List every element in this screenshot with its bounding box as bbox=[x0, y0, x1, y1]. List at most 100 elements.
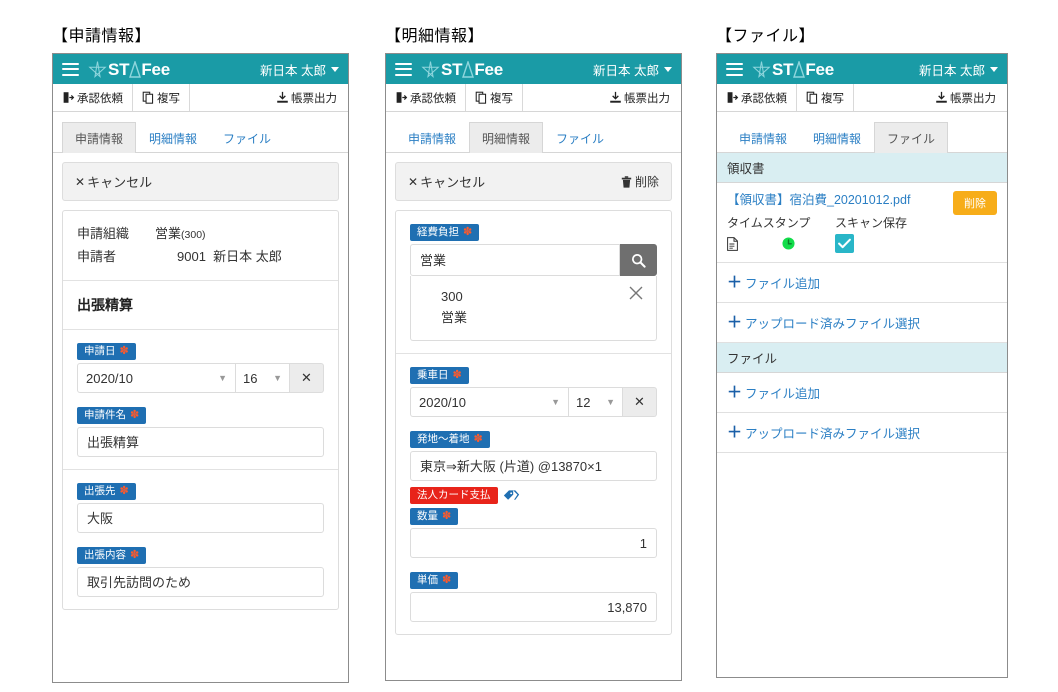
unit-price-input[interactable]: 13,870 bbox=[410, 592, 657, 622]
required-mark: ✽ bbox=[474, 434, 483, 444]
user-menu[interactable]: 新日本 太郎 bbox=[593, 60, 672, 79]
copy-icon bbox=[142, 91, 155, 104]
action-toolbar: 承認依頼 複写 帳票出力 bbox=[386, 84, 681, 112]
tab-bar: 申請情報 明細情報 ファイル bbox=[53, 121, 348, 153]
tab-detail[interactable]: 明細情報 bbox=[136, 122, 210, 153]
approve-request-button[interactable]: 承認依頼 bbox=[386, 84, 466, 111]
trash-icon bbox=[621, 176, 632, 188]
month-value: 2020/10 bbox=[86, 371, 133, 386]
field-expense-owner: 経費負担 ✽ 営業 bbox=[410, 223, 657, 341]
field-ride-date: 乗車日 ✽ 2020/10 ▼ 12 ▼ bbox=[410, 366, 657, 417]
panel-caption-detail: 【明細情報】 bbox=[385, 27, 682, 47]
tab-detail[interactable]: 明細情報 bbox=[800, 122, 874, 153]
detail-card: 経費負担 ✽ 営業 bbox=[395, 210, 672, 635]
destination-input[interactable]: 大阪 bbox=[77, 503, 324, 533]
user-name: 新日本 太郎 bbox=[593, 60, 659, 79]
phone-frame-detail: ST Fee 新日本 太郎 bbox=[385, 53, 682, 681]
tab-bar: 申請情報 明細情報 ファイル bbox=[386, 121, 681, 153]
copy-button[interactable]: 複写 bbox=[133, 84, 190, 111]
tags-icon bbox=[503, 489, 520, 502]
month-select[interactable]: 2020/10 ▼ bbox=[77, 363, 236, 393]
day-select[interactable]: 16 ▼ bbox=[236, 363, 290, 393]
field-label: 単価 ✽ bbox=[410, 572, 458, 589]
hamburger-menu-icon[interactable] bbox=[726, 63, 743, 76]
chevron-down-icon bbox=[664, 67, 672, 72]
tab-bar: 申請情報 明細情報 ファイル bbox=[717, 121, 1007, 153]
add-file-button-generic[interactable]: ＋ ファイル追加 bbox=[717, 373, 1007, 413]
plus-icon: ＋ bbox=[727, 427, 742, 439]
clear-date-button[interactable]: ✕ bbox=[623, 387, 657, 417]
delete-file-button[interactable]: 削除 bbox=[953, 191, 997, 215]
hamburger-menu-icon[interactable] bbox=[62, 63, 79, 76]
screenshot-root: 【申請情報】 ST Fee 新日本 太 bbox=[0, 0, 1058, 692]
brand-prefix: ST bbox=[108, 60, 129, 79]
copy-button[interactable]: 複写 bbox=[797, 84, 854, 111]
ride-detail-section: 乗車日 ✽ 2020/10 ▼ 12 ▼ bbox=[396, 354, 671, 634]
brand-prefix: ST bbox=[772, 60, 793, 79]
add-file-button-receipt[interactable]: ＋ ファイル追加 bbox=[717, 263, 1007, 303]
panel-body-application: ✕ キャンセル 申請組織 営業(300) 申請者 9001 新日本 太郎 bbox=[53, 153, 348, 628]
user-menu[interactable]: 新日本 太郎 bbox=[260, 60, 339, 79]
copy-button[interactable]: 複写 bbox=[466, 84, 523, 111]
trip-purpose-input[interactable]: 取引先訪問のため bbox=[77, 567, 324, 597]
chevron-down-icon bbox=[331, 67, 339, 72]
applicant-info-section: 申請組織 営業(300) 申請者 9001 新日本 太郎 bbox=[63, 211, 338, 281]
plus-icon: ＋ bbox=[727, 317, 742, 329]
month-value: 2020/10 bbox=[419, 395, 466, 410]
phone-frame-file: ST Fee 新日本 太郎 bbox=[716, 53, 1008, 678]
approve-request-button[interactable]: 承認依頼 bbox=[717, 84, 797, 111]
file-section-heading-file: ファイル bbox=[717, 343, 1007, 373]
download-icon bbox=[935, 91, 948, 104]
copy-label: 複写 bbox=[821, 90, 844, 106]
clear-selection-icon[interactable] bbox=[628, 285, 644, 301]
brand-text: ST Fee bbox=[108, 60, 170, 79]
quantity-input[interactable]: 1 bbox=[410, 528, 657, 558]
copy-icon bbox=[475, 91, 488, 104]
search-button[interactable] bbox=[620, 244, 657, 276]
expense-owner-input[interactable]: 営業 bbox=[410, 244, 620, 276]
export-report-button[interactable]: 帳票出力 bbox=[600, 84, 681, 111]
tab-file[interactable]: ファイル bbox=[543, 122, 617, 153]
cancel-bar[interactable]: ✕ キャンセル 削除 bbox=[395, 162, 672, 201]
brand-suffix: Fee bbox=[474, 60, 503, 79]
clear-date-button[interactable]: ✕ bbox=[290, 363, 324, 393]
field-application-date: 申請日 ✽ 2020/10 ▼ 16 ▼ bbox=[77, 342, 324, 393]
check-icon bbox=[838, 238, 851, 249]
export-report-button[interactable]: 帳票出力 bbox=[926, 84, 1007, 111]
cancel-bar[interactable]: ✕ キャンセル bbox=[62, 162, 339, 201]
tab-detail[interactable]: 明細情報 bbox=[469, 122, 543, 153]
file-name-link[interactable]: 【領収書】宿泊費_20201012.pdf bbox=[727, 191, 910, 209]
hamburger-menu-icon[interactable] bbox=[395, 63, 412, 76]
search-icon bbox=[631, 253, 646, 268]
application-title-input[interactable]: 出張精算 bbox=[77, 427, 324, 457]
expense-owner-section: 経費負担 ✽ 営業 bbox=[396, 211, 671, 354]
user-menu[interactable]: 新日本 太郎 bbox=[919, 60, 998, 79]
approve-request-button[interactable]: 承認依頼 bbox=[53, 84, 133, 111]
required-mark: ✽ bbox=[453, 370, 462, 380]
applicant-row: 申請者 9001 新日本 太郎 bbox=[77, 246, 324, 268]
delete-detail-button[interactable]: 削除 bbox=[621, 173, 659, 190]
route-input[interactable]: 東京⇒新大阪 (片道) @13870×1 bbox=[410, 451, 657, 481]
tab-application[interactable]: 申請情報 bbox=[726, 122, 800, 153]
tab-application[interactable]: 申請情報 bbox=[395, 122, 469, 153]
tab-application[interactable]: 申請情報 bbox=[62, 122, 136, 153]
chevron-down-icon: ▼ bbox=[551, 397, 560, 407]
day-select[interactable]: 12 ▼ bbox=[569, 387, 623, 417]
scan-save-check bbox=[835, 234, 907, 253]
timestamp-label: タイムスタンプ bbox=[727, 215, 835, 231]
month-select[interactable]: 2020/10 ▼ bbox=[410, 387, 569, 417]
app-bar: ST Fee 新日本 太郎 bbox=[386, 54, 681, 84]
sign-out-icon bbox=[726, 91, 739, 104]
org-value: 営業(300) bbox=[155, 223, 206, 246]
select-uploaded-file-button-generic[interactable]: ＋ アップロード済みファイル選択 bbox=[717, 413, 1007, 453]
checkbox-checked[interactable] bbox=[835, 234, 854, 253]
result-code: 300 bbox=[425, 286, 642, 307]
add-file-label: ファイル追加 bbox=[745, 383, 820, 402]
brand-suffix: Fee bbox=[141, 60, 170, 79]
tab-file[interactable]: ファイル bbox=[874, 122, 948, 153]
file-section-heading-receipt: 領収書 bbox=[717, 153, 1007, 183]
tab-file[interactable]: ファイル bbox=[210, 122, 284, 153]
select-uploaded-file-button-receipt[interactable]: ＋ アップロード済みファイル選択 bbox=[717, 303, 1007, 343]
export-report-button[interactable]: 帳票出力 bbox=[267, 84, 348, 111]
app-logo: ST Fee bbox=[752, 60, 834, 79]
